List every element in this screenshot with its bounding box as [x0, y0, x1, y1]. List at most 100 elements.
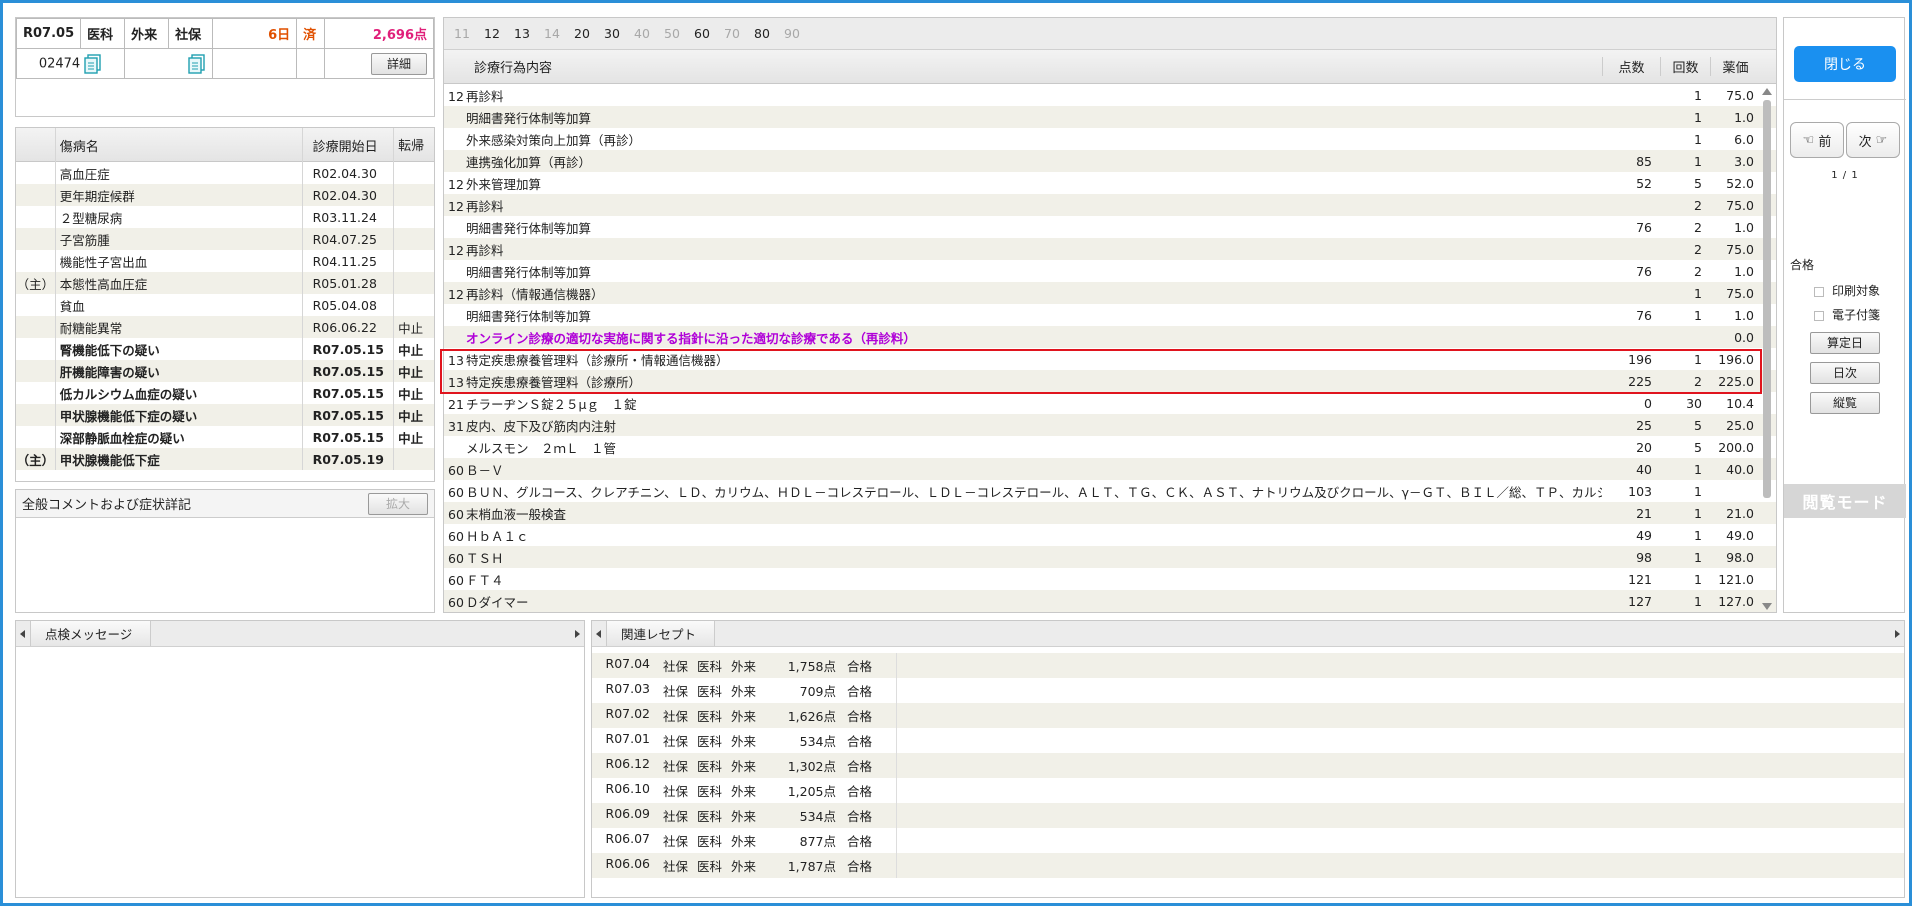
- disease-row[interactable]: 子宮筋腫 R04.07.25: [16, 228, 434, 250]
- treatment-row[interactable]: メルスモン ２ｍＬ １管 20 5 200.0: [444, 436, 1776, 458]
- related-receipt-row[interactable]: R06.07 社保 医科 外来 877点 合格: [592, 828, 1904, 853]
- disease-start-date: R04.11.25: [303, 250, 395, 272]
- disease-row[interactable]: 甲状腺機能低下症の疑い R07.05.15 中止: [16, 404, 434, 426]
- related-receipt-row[interactable]: R07.02 社保 医科 外来 1,626点 合格: [592, 703, 1904, 728]
- treatment-code: 12: [448, 242, 464, 258]
- treatment-row[interactable]: 13 特定疾患療養管理料（診療所・情報通信機器） 196 1 196.0: [444, 348, 1776, 370]
- document-icon[interactable]: [84, 53, 102, 74]
- scroll-right-icon[interactable]: [575, 630, 580, 638]
- treatment-row[interactable]: 60 ＨｂＡ１ｃ 49 1 49.0: [444, 524, 1776, 546]
- disease-row[interactable]: 更年期症候群 R02.04.30: [16, 184, 434, 206]
- checkbox-icon[interactable]: [1814, 310, 1824, 321]
- col-outcome[interactable]: 転帰: [394, 135, 434, 154]
- scroll-down-icon[interactable]: [1762, 603, 1772, 610]
- col-count[interactable]: 回数: [1660, 57, 1710, 76]
- checkbox-icon[interactable]: [1814, 286, 1824, 297]
- related-receipt-tab[interactable]: 関連レセプト: [606, 621, 716, 646]
- disease-row[interactable]: 高血圧症 R02.04.30: [16, 162, 434, 184]
- related-receipt-row[interactable]: R07.03 社保 医科 外来 709点 合格: [592, 678, 1904, 703]
- col-points[interactable]: 点数: [1602, 57, 1660, 76]
- check-message-tab[interactable]: 点検メッセージ: [30, 621, 152, 646]
- disease-row[interactable]: 低カルシウム血症の疑い R07.05.15 中止: [16, 382, 434, 404]
- disease-row[interactable]: 深部静脈血栓症の疑い R07.05.15 中止: [16, 426, 434, 448]
- treatment-cell: 明細書発行体制等加算: [444, 218, 1602, 237]
- close-button[interactable]: 閉じる: [1794, 46, 1896, 82]
- detail-button[interactable]: 詳細: [371, 52, 427, 75]
- treatment-row[interactable]: 13 特定疾患療養管理料（診療所） 225 2 225.0: [444, 370, 1776, 392]
- disease-row[interactable]: 貧血 R05.04.08: [16, 294, 434, 316]
- daily-button[interactable]: 日次: [1810, 362, 1880, 384]
- disease-start-date: R07.05.15: [303, 360, 395, 382]
- calc-day-button[interactable]: 算定日: [1810, 332, 1880, 354]
- day-tab[interactable]: 60: [694, 26, 724, 41]
- treatment-name: メルスモン ２ｍＬ １管: [466, 440, 617, 456]
- day-tab[interactable]: 30: [604, 26, 634, 41]
- treatment-row[interactable]: 明細書発行体制等加算 1 1.0: [444, 106, 1776, 128]
- treatment-row[interactable]: 60 Ｂ－Ｖ 40 1 40.0: [444, 458, 1776, 480]
- scroll-left-icon[interactable]: [596, 630, 601, 638]
- related-receipt-row[interactable]: R06.09 社保 医科 外来 534点 合格: [592, 803, 1904, 828]
- sticky-note-checkbox[interactable]: 電子付箋: [1814, 306, 1880, 323]
- disease-row[interactable]: 耐糖能異常 R06.06.22 中止: [16, 316, 434, 338]
- day-tab[interactable]: 20: [574, 26, 604, 41]
- col-disease-name[interactable]: 傷病名: [56, 128, 303, 162]
- treatment-row[interactable]: 明細書発行体制等加算 76 1 1.0: [444, 304, 1776, 326]
- treatment-panel: 11 12 13 14 20 30 40 50 60 70 80 90 診療行為内容 点数 回数 薬価…: [443, 17, 1777, 613]
- scroll-thumb[interactable]: [1763, 100, 1771, 498]
- next-button[interactable]: 次 ☞: [1846, 122, 1900, 158]
- related-receipt-cells: R07.04 社保 医科 外来 1,758点 合格: [592, 656, 888, 675]
- related-receipt-row[interactable]: R06.06 社保 医科 外来 1,787点 合格: [592, 853, 1904, 878]
- related-receipt-row[interactable]: R06.10 社保 医科 外来 1,205点 合格: [592, 778, 1904, 803]
- disease-row[interactable]: 腎機能低下の疑い R07.05.15 中止: [16, 338, 434, 360]
- disease-name: 耐糖能異常: [56, 316, 303, 338]
- prev-button[interactable]: ☜ 前: [1790, 122, 1844, 158]
- treatment-cell: 21 チラーヂンＳ錠２５μｇ １錠: [444, 394, 1602, 413]
- disease-row[interactable]: ２型糖尿病 R03.11.24: [16, 206, 434, 228]
- col-start-date[interactable]: 診療開始日: [303, 128, 395, 162]
- treatment-row[interactable]: 明細書発行体制等加算 76 2 1.0: [444, 260, 1776, 282]
- receipt-insurer: 社保: [662, 834, 688, 849]
- col-treatment[interactable]: 診療行為内容: [444, 57, 1602, 76]
- treatment-row[interactable]: 60 ＢＵＮ、グルコース、クレアチニン、ＬＤ、カリウム、ＨＤＬ－コレステロール、Ｌ…: [444, 480, 1776, 502]
- day-tab[interactable]: 12: [484, 26, 514, 41]
- day-tab[interactable]: 80: [754, 26, 784, 41]
- vertical-scrollbar[interactable]: [1760, 86, 1774, 612]
- comment-text-area[interactable]: [16, 518, 434, 612]
- treatment-row[interactable]: 60 Ｄダイマー 127 1 127.0: [444, 590, 1776, 612]
- scroll-up-icon[interactable]: [1762, 88, 1772, 95]
- related-receipt-row[interactable]: R07.04 社保 医科 外来 1,758点 合格: [592, 653, 1904, 678]
- treatment-row[interactable]: 外来感染対策向上加算（再診） 1 6.0: [444, 128, 1776, 150]
- receipt-period: R06.10: [605, 781, 650, 796]
- disease-row[interactable]: （主） 甲状腺機能低下症 R07.05.19: [16, 448, 434, 470]
- treatment-row[interactable]: 12 再診料 1 75.0: [444, 84, 1776, 106]
- day-tab[interactable]: 13: [514, 26, 544, 41]
- vertical-view-button[interactable]: 縦覧: [1810, 392, 1880, 414]
- disease-row[interactable]: 機能性子宮出血 R04.11.25: [16, 250, 434, 272]
- receipt-insurer: 社保: [662, 684, 688, 699]
- document-icon[interactable]: [188, 53, 206, 74]
- treatment-row[interactable]: 明細書発行体制等加算 76 2 1.0: [444, 216, 1776, 238]
- scroll-left-icon[interactable]: [20, 630, 25, 638]
- treatment-row[interactable]: 21 チラーヂンＳ錠２５μｇ １錠 0 30 10.4: [444, 392, 1776, 414]
- treatment-row[interactable]: オンライン診療の適切な実施に関する指針に沿った適切な診療である（再診料） 0.0: [444, 326, 1776, 348]
- treatment-row[interactable]: 12 再診料 2 75.0: [444, 238, 1776, 260]
- scroll-right-icon[interactable]: [1895, 630, 1900, 638]
- expand-button[interactable]: 拡大: [368, 492, 428, 515]
- related-receipt-row[interactable]: R07.01 社保 医科 外来 534点 合格: [592, 728, 1904, 753]
- disease-row[interactable]: 肝機能障害の疑い R07.05.15 中止: [16, 360, 434, 382]
- receipt-period: R07.03: [605, 681, 650, 696]
- disease-row[interactable]: （主） 本態性高血圧症 R05.01.28: [16, 272, 434, 294]
- treatment-row[interactable]: 連携強化加算（再診） 85 1 3.0: [444, 150, 1776, 172]
- col-drug-price[interactable]: 薬価: [1710, 57, 1760, 76]
- receipt-insurer: 社保: [662, 809, 688, 824]
- treatment-row[interactable]: 31 皮内、皮下及び筋肉内注射 25 5 25.0: [444, 414, 1776, 436]
- treatment-row[interactable]: 12 再診料 2 75.0: [444, 194, 1776, 216]
- treatment-row[interactable]: 12 再診料（情報通信機器） 1 75.0: [444, 282, 1776, 304]
- print-target-checkbox[interactable]: 印刷対象: [1814, 282, 1880, 299]
- treatment-row[interactable]: 12 外来管理加算 52 5 52.0: [444, 172, 1776, 194]
- treatment-row[interactable]: 60 ＴＳＨ 98 1 98.0: [444, 546, 1776, 568]
- related-receipt-row[interactable]: R06.12 社保 医科 外来 1,302点 合格: [592, 753, 1904, 778]
- disease-name: 機能性子宮出血: [56, 250, 303, 272]
- treatment-row[interactable]: 60 ＦＴ４ 121 1 121.0: [444, 568, 1776, 590]
- treatment-row[interactable]: 60 末梢血液一般検査 21 1 21.0: [444, 502, 1776, 524]
